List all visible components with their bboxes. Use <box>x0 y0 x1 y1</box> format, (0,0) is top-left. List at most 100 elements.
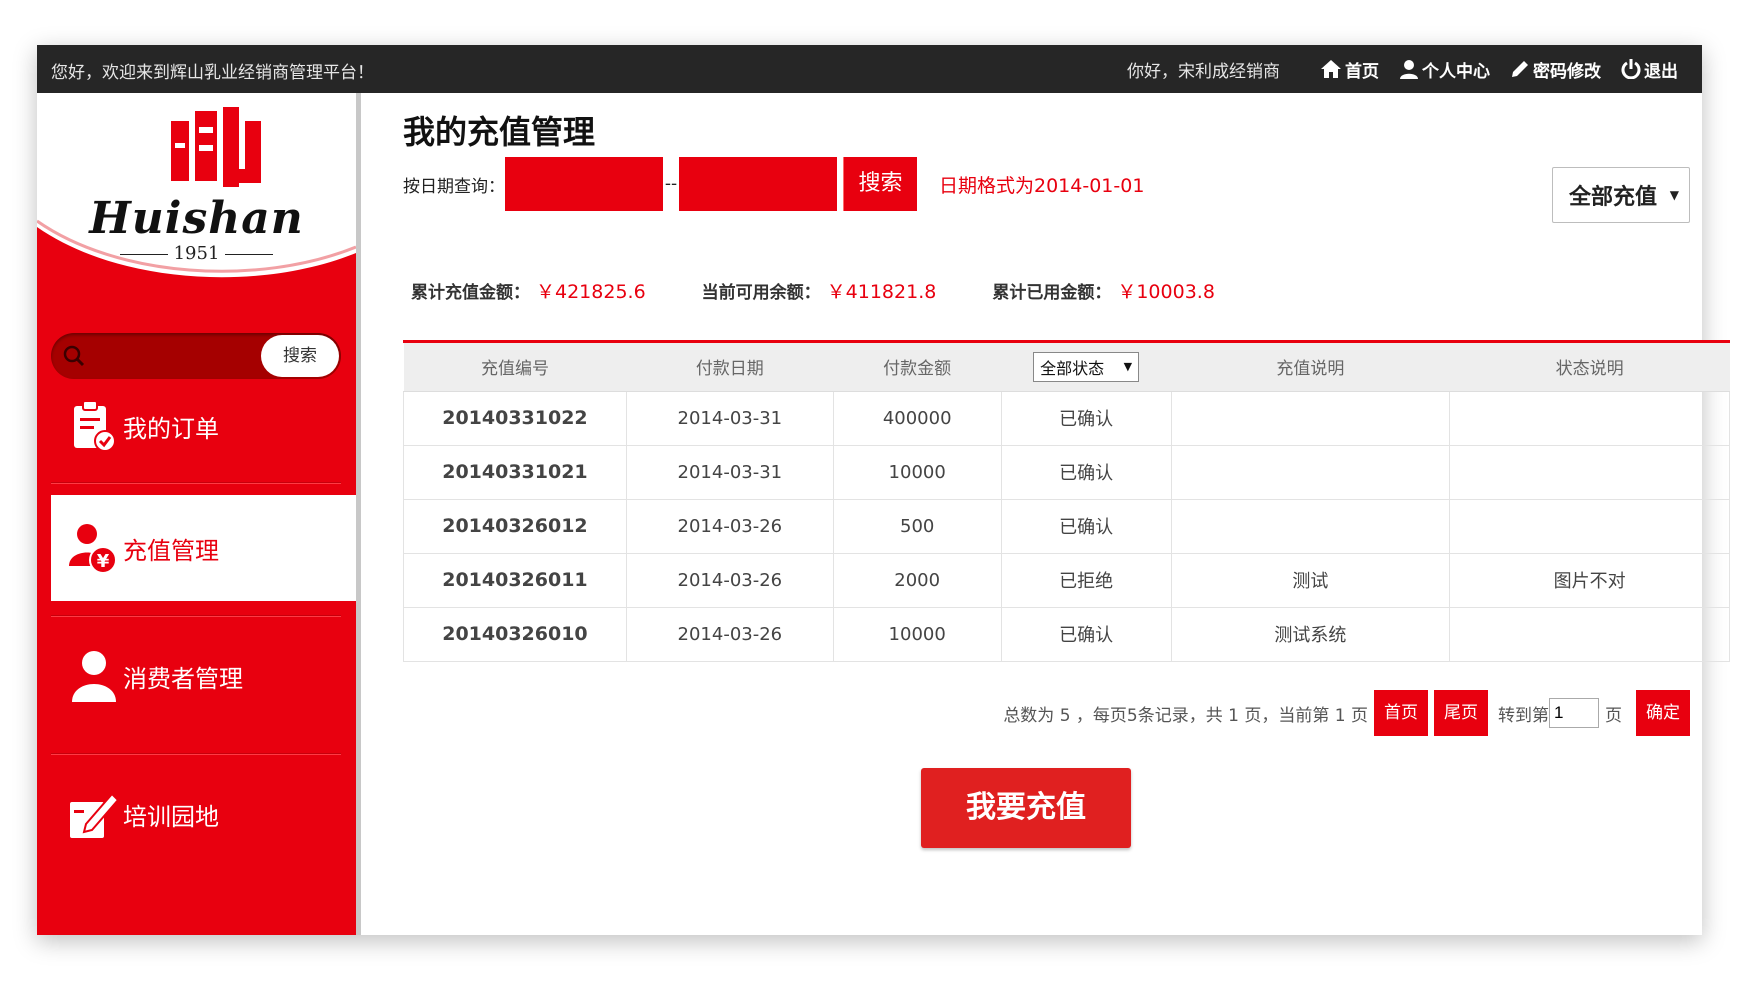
used-amount: 累计已用金额： ￥10003.8 <box>992 277 1215 304</box>
pay-amount-cell: 2000 <box>832 552 1002 608</box>
user-icon <box>1400 60 1418 79</box>
pay-date-cell: 2014-03-26 <box>625 552 834 608</box>
date-search-button[interactable]: 搜索 <box>843 157 917 211</box>
table-row: 20140326012 2014-03-26 500 已确认 <box>403 498 1730 554</box>
home-link-label: 首页 <box>1345 61 1379 82</box>
menu-divider <box>51 615 341 617</box>
sidebar-item-recharge[interactable]: ¥ 充值管理 <box>51 495 356 601</box>
caret-down-icon: ▼ <box>1669 188 1679 202</box>
pay-date-cell: 2014-03-31 <box>625 444 834 500</box>
status-cell: 已拒绝 <box>1000 552 1172 608</box>
recharge-note-cell <box>1170 498 1451 554</box>
sidebar-item-label: 充值管理 <box>123 536 219 565</box>
sidebar-item-training[interactable]: 培训园地 <box>51 761 356 867</box>
recharge-table-wrap: 充值编号 付款日期 付款金额 全部状态 ▼ 充值说明 状态说明 20140331… <box>403 340 1730 662</box>
search-icon <box>63 345 85 367</box>
available-balance-value: ￥411821.8 <box>826 281 937 303</box>
huishan-logo-icon <box>171 107 261 187</box>
status-cell: 已确认 <box>1000 444 1172 500</box>
sidebar-search-input[interactable] <box>91 341 241 371</box>
page-title: 我的充值管理 <box>403 113 596 151</box>
recharge-note-cell: 测试 <box>1170 552 1451 608</box>
recharge-note-cell <box>1170 390 1451 446</box>
clipboard-check-icon <box>65 400 123 452</box>
status-cell: 已确认 <box>1000 498 1172 554</box>
top-bar: 您好，欢迎来到辉山乳业经销商管理平台！ 你好，宋利成经销商 首页 个人中心 密码… <box>37 45 1702 93</box>
logo-curve <box>37 219 356 295</box>
total-recharge-label: 累计充值金额： <box>411 283 530 303</box>
pencil-icon <box>1512 61 1528 77</box>
recharge-code-cell: 20140331022 <box>403 390 627 446</box>
sidebar: Huishan 1951 搜索 我的订单 ¥ 充值管理 消费者管理 培训园地 <box>37 93 356 935</box>
pen-document-icon <box>65 788 123 840</box>
top-bar-right: 你好，宋利成经销商 首页 个人中心 密码修改 退出 <box>1127 45 1678 93</box>
sidebar-item-consumers[interactable]: 消费者管理 <box>51 623 356 729</box>
pay-amount-cell: 10000 <box>832 444 1002 500</box>
goto-confirm-button[interactable]: 确定 <box>1636 690 1690 736</box>
pay-date-cell: 2014-03-26 <box>625 606 834 662</box>
available-balance-label: 当前可用余额： <box>701 283 821 303</box>
logout-link-label: 退出 <box>1644 61 1678 82</box>
sidebar-item-label: 我的订单 <box>123 414 219 443</box>
welcome-text: 您好，欢迎来到辉山乳业经销商管理平台！ <box>51 63 374 83</box>
goto-page-input[interactable] <box>1549 698 1599 728</box>
used-amount-label: 累计已用金额： <box>992 283 1112 303</box>
svg-text:¥: ¥ <box>97 551 110 572</box>
date-query-label: 按日期查询： <box>403 176 505 197</box>
status-cell: 已确认 <box>1000 390 1172 446</box>
sidebar-item-orders[interactable]: 我的订单 <box>51 373 356 479</box>
sidebar-search-button[interactable]: 搜索 <box>261 335 339 377</box>
table-row: 20140326011 2014-03-26 2000 已拒绝 测试 图片不对 <box>403 552 1730 608</box>
totals-row: 累计充值金额： ￥421825.6 当前可用余额： ￥411821.8 累计已用金额… <box>411 277 1271 304</box>
logout-link[interactable]: 退出 <box>1621 57 1678 82</box>
menu-divider <box>51 753 341 755</box>
recharge-type-value: 全部充值 <box>1569 185 1658 210</box>
status-note-cell <box>1449 444 1730 500</box>
page-unit-label: 页 <box>1605 705 1622 726</box>
end-date-input[interactable] <box>679 157 837 211</box>
goto-page-label: 转到第 <box>1498 705 1549 726</box>
pagination: 总数为 5 ，每页5条记录，共 1 页，当前第 1 页 首页 尾页 转到第 页 … <box>1003 690 1690 736</box>
sidebar-item-label: 培训园地 <box>123 802 219 831</box>
password-link-label: 密码修改 <box>1533 61 1601 82</box>
password-link[interactable]: 密码修改 <box>1510 57 1601 82</box>
sidebar-item-label: 消费者管理 <box>123 664 243 693</box>
recharge-note-cell: 测试系统 <box>1170 606 1451 662</box>
table-row: 20140326010 2014-03-26 10000 已确认 测试系统 <box>403 606 1730 662</box>
status-cell: 已确认 <box>1000 606 1172 662</box>
date-format-hint: 日期格式为2014-01-01 <box>939 174 1145 197</box>
user-greeting: 你好，宋利成经销商 <box>1127 61 1280 82</box>
home-link[interactable]: 首页 <box>1320 57 1379 82</box>
column-header: 充值说明 <box>1171 343 1450 392</box>
column-header: 状态说明 <box>1449 343 1730 392</box>
recharge-code-cell: 20140331021 <box>403 444 627 500</box>
date-separator: -- <box>664 174 678 194</box>
pay-date-cell: 2014-03-31 <box>625 390 834 446</box>
status-filter-select[interactable]: 全部状态 ▼ <box>1033 351 1140 382</box>
app-frame: 您好，欢迎来到辉山乳业经销商管理平台！ 你好，宋利成经销商 首页 个人中心 密码… <box>37 45 1730 935</box>
profile-link[interactable]: 个人中心 <box>1399 57 1490 82</box>
caret-down-icon: ▼ <box>1123 360 1133 374</box>
pay-amount-cell: 10000 <box>832 606 1002 662</box>
recharge-code-cell: 20140326012 <box>403 498 627 554</box>
pay-date-cell: 2014-03-26 <box>625 498 834 554</box>
logo-area: Huishan 1951 <box>37 93 356 295</box>
date-query-row: 按日期查询： -- 搜索 日期格式为2014-01-01 <box>403 157 1144 211</box>
profile-link-label: 个人中心 <box>1422 61 1490 82</box>
status-note-cell <box>1449 498 1730 554</box>
first-page-button[interactable]: 首页 <box>1374 690 1428 736</box>
column-header: 付款金额 <box>833 343 1002 392</box>
column-header: 付款日期 <box>626 343 834 392</box>
main-content: 我的充值管理 按日期查询： -- 搜索 日期格式为2014-01-01 全部充值… <box>361 93 1730 935</box>
table-row: 20140331022 2014-03-31 400000 已确认 <box>403 390 1730 446</box>
start-date-input[interactable] <box>505 157 663 211</box>
status-filter-value: 全部状态 <box>1040 358 1105 378</box>
recharge-type-select[interactable]: 全部充值 ▼ <box>1552 167 1690 223</box>
table-header-row: 充值编号 付款日期 付款金额 全部状态 ▼ 充值说明 状态说明 <box>403 343 1730 392</box>
last-page-button[interactable]: 尾页 <box>1434 690 1488 736</box>
pagination-summary: 总数为 5 ，每页5条记录，共 1 页，当前第 1 页 <box>1003 705 1368 726</box>
menu-divider <box>51 482 341 484</box>
user-yuan-icon: ¥ <box>65 522 123 574</box>
recharge-button[interactable]: 我要充值 <box>921 768 1131 848</box>
status-note-cell: 图片不对 <box>1449 552 1730 608</box>
